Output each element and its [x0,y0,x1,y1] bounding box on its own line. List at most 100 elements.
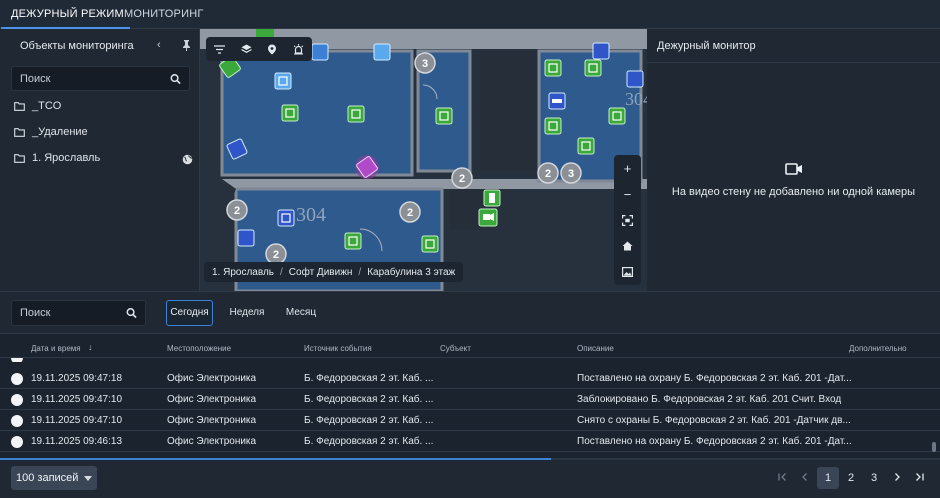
column-header-description[interactable]: Описание [577,344,614,353]
cluster-badge[interactable]: 3 [414,52,436,74]
folder-icon [14,153,25,163]
cluster-badge[interactable]: 2 [537,162,559,184]
breadcrumb-separator: / [280,266,283,278]
first-page-button[interactable] [771,467,793,489]
image-view-button[interactable] [614,259,641,285]
search-icon[interactable] [126,308,137,319]
column-header-source[interactable]: Источник события [304,344,372,353]
chevron-right-icon [895,473,900,481]
last-page-icon [915,473,924,481]
cell-source: Б. Федоровская 2 эт. Каб. ... [304,415,434,426]
home-button[interactable] [614,233,641,259]
sensor-marker-green[interactable] [344,232,362,250]
page-button-2[interactable]: 2 [840,467,862,489]
cluster-badge[interactable]: 2 [451,167,473,189]
zoom-out-button[interactable]: − [614,181,641,207]
camera-marker-green[interactable] [478,208,498,227]
cell-description: Поставлено на охрану Б. Федоровская 2 эт… [577,373,852,384]
table-row[interactable]: 19.11.2025 09:47:10 Офис Электроника Б. … [0,411,940,431]
sensor-marker-green[interactable] [544,59,562,77]
column-header-subject[interactable]: Субъект [440,344,471,353]
row-select-radio[interactable] [11,415,23,427]
map-controls: + − [614,155,641,285]
home-icon [622,241,633,251]
table-row[interactable]: 19.11.2025 09:46:13 Офис Электроника Б. … [0,432,940,452]
collapse-chevron-icon[interactable]: ‹ [157,39,161,51]
records-per-page-select[interactable]: 100 записей [11,466,97,490]
sensor-marker-green[interactable] [421,235,439,253]
breadcrumb-item[interactable]: 1. Ярославль [212,267,274,278]
cell-datetime: 19.11.2025 09:47:18 [31,373,123,384]
filter-icon[interactable] [213,44,225,54]
breadcrumb-separator: / [358,266,362,278]
dropdown-caret-icon [84,476,92,481]
sensor-marker-green[interactable] [608,107,626,125]
cell-location: Офис Электроника [167,415,257,426]
alarm-siren-icon[interactable] [293,43,304,55]
tab-monitoring[interactable]: МОНИТОРИНГ [124,0,204,29]
cell-location: Офис Электроника [167,394,257,405]
map-pin-icon[interactable] [267,44,277,55]
tree-item-yaroslavl[interactable]: 1. Ярославль [14,149,100,167]
door-marker-green[interactable] [483,189,501,207]
cluster-badge[interactable]: 2 [226,199,248,221]
breadcrumb-item[interactable]: Карабулина 3 этаж [367,267,455,278]
page-button-3[interactable]: 3 [863,467,885,489]
period-week-button[interactable]: Неделя [227,300,267,326]
column-header-location[interactable]: Местоположение [167,344,231,353]
svg-text:2: 2 [459,173,465,185]
next-page-button[interactable] [886,467,908,489]
previous-page-button[interactable] [794,467,816,489]
sensor-marker-blue[interactable] [237,229,255,247]
last-page-button[interactable] [908,467,930,489]
period-month-button[interactable]: Месяц [284,300,318,326]
sensor-marker-green[interactable] [435,107,453,125]
row-select-radio[interactable] [11,436,23,448]
breadcrumb-item[interactable]: Софт Дивижн [289,267,353,278]
column-header-datetime[interactable]: Дата и время [31,344,81,353]
first-page-icon [777,473,786,481]
cluster-badge[interactable]: 2 [265,243,287,265]
sensor-marker-green[interactable] [544,117,562,135]
sensor-marker-green[interactable] [347,105,365,123]
sensor-marker-green[interactable] [281,104,299,122]
table-row[interactable]: 19.11.2025 09:47:10 Офис Электроника Б. … [0,390,940,410]
zoom-in-button[interactable]: + [614,155,641,181]
layers-icon[interactable] [240,44,252,55]
cell-datetime: 19.11.2025 09:46:13 [31,436,123,447]
sensor-marker-blue[interactable] [274,72,292,90]
sensor-marker-blue[interactable] [626,70,644,88]
sensor-marker-blue[interactable] [592,42,610,60]
cell-datetime: 19.11.2025 09:47:10 [31,415,123,426]
tab-duty-mode[interactable]: ДЕЖУРНЫЙ РЕЖИМ [1,0,130,29]
page-button-1[interactable]: 1 [817,467,839,489]
fit-to-screen-button[interactable] [614,207,641,233]
column-header-extra[interactable]: Дополнительно [849,344,907,353]
objects-search-input[interactable]: Поиск [11,66,190,91]
cluster-badge[interactable]: 3 [560,162,582,184]
sensor-marker-green[interactable] [584,59,602,77]
fit-screen-icon [622,214,633,226]
door-marker-blue[interactable] [548,92,566,110]
sort-descending-icon[interactable]: ↓ [88,342,93,352]
events-search-input[interactable]: Поиск [11,300,146,326]
search-icon[interactable] [170,73,181,84]
sensor-marker-blue[interactable] [373,43,391,61]
sensor-marker-blue[interactable] [311,43,329,61]
table-row[interactable]: 19.11.2025 09:47:18 Офис Электроника Б. … [0,369,940,389]
floor-plan-map[interactable]: 304 304 3 2 2 3 2 2 2 [200,29,647,291]
tree-item-deletion[interactable]: _Удаление [14,123,88,141]
tree-item-tco[interactable]: _TCO [14,97,61,115]
pin-icon[interactable] [182,40,191,51]
sensor-marker-green[interactable] [577,137,595,155]
globe-icon[interactable] [182,154,193,165]
table-scrollbar[interactable] [932,442,936,452]
divider [647,62,940,63]
row-select-radio[interactable] [11,373,23,385]
folder-icon [14,101,25,111]
row-select-radio[interactable] [11,394,23,406]
cluster-badge[interactable]: 2 [399,201,421,223]
period-today-button[interactable]: Сегодня [166,300,213,326]
svg-text:2: 2 [273,249,279,261]
sensor-marker-blue[interactable] [277,209,295,227]
